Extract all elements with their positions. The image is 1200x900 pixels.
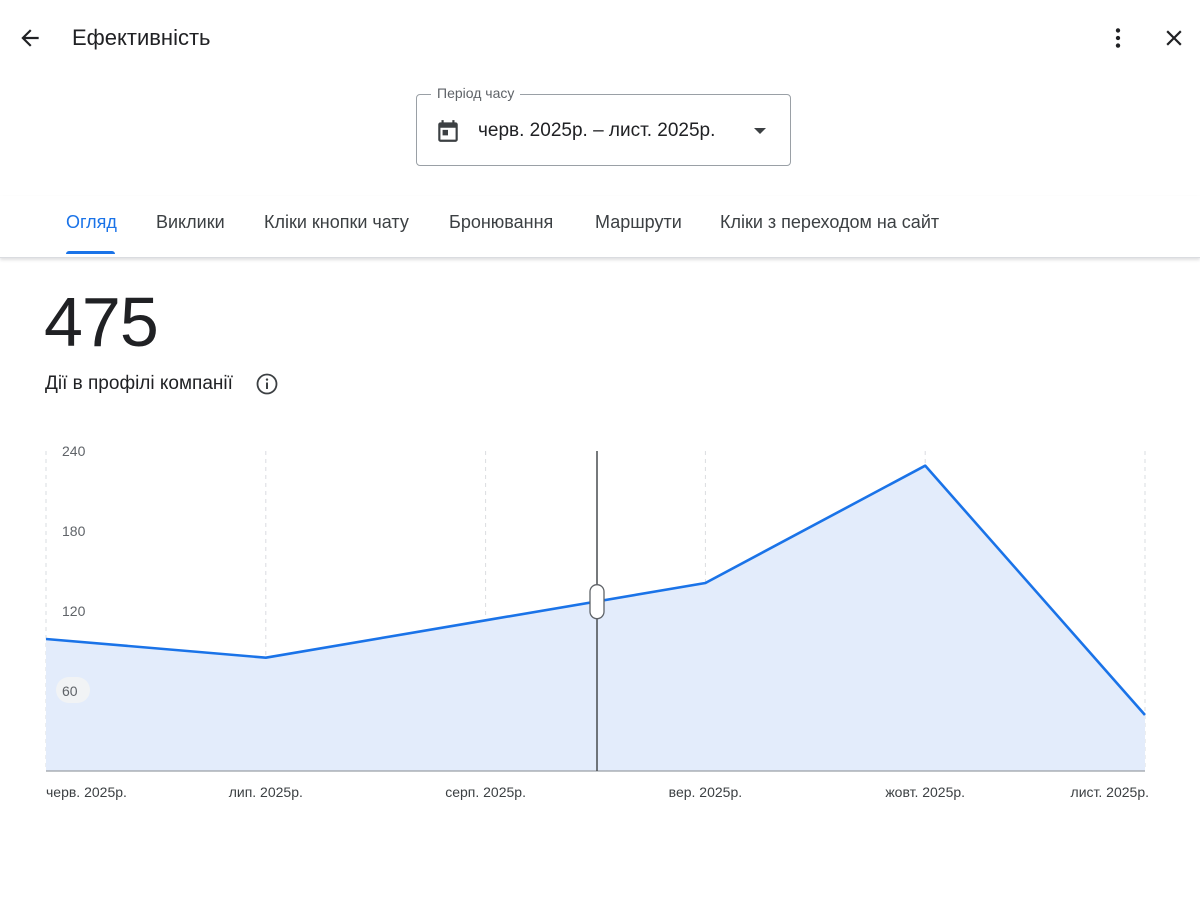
info-icon[interactable] — [255, 372, 279, 396]
tab-directions[interactable]: Маршрути — [595, 212, 682, 233]
hover-cursor-handle[interactable] — [589, 584, 605, 620]
x-tick-label: лист. 2025р. — [1071, 784, 1149, 800]
tab-chat-clicks[interactable]: Кліки кнопки чату — [264, 212, 409, 233]
close-button[interactable] — [1154, 18, 1194, 58]
y-tick-label: 120 — [62, 603, 86, 619]
x-tick-label: лип. 2025р. — [229, 784, 303, 800]
period-value: черв. 2025р. – лист. 2025р. — [478, 120, 716, 141]
x-tick-label: серп. 2025р. — [445, 784, 526, 800]
y-tick-label: 60 — [62, 683, 78, 699]
x-tick-label: жовт. 2025р. — [885, 784, 965, 800]
period-label: Період часу — [431, 85, 521, 101]
x-tick-label: черв. 2025р. — [46, 784, 127, 800]
close-icon — [1166, 30, 1182, 46]
active-tab-indicator — [66, 251, 115, 254]
arrow-back-icon — [21, 29, 39, 47]
y-tick-label: 240 — [62, 443, 86, 459]
period-selector[interactable]: Період часу черв. 2025р. – лист. 2025р. — [416, 85, 791, 166]
tab-overview[interactable]: Огляд — [66, 212, 117, 233]
tab-website-clicks[interactable]: Кліки з переходом на сайт — [720, 212, 939, 233]
x-tick-label: вер. 2025р. — [669, 784, 742, 800]
page-title: Ефективність — [72, 25, 211, 50]
dropdown-arrow-icon — [754, 128, 766, 134]
total-actions-value: 475 — [44, 283, 159, 361]
tab-bookings[interactable]: Бронювання — [449, 212, 553, 233]
more-vert-icon — [1115, 28, 1121, 48]
top-app-bar: Ефективність — [0, 0, 1200, 76]
y-tick-label: 180 — [62, 523, 86, 539]
tab-bar: Огляд Виклики Кліки кнопки чату Бронюван… — [0, 196, 1200, 258]
calendar-icon — [438, 120, 458, 142]
back-button[interactable] — [10, 18, 50, 58]
more-options-button[interactable] — [1098, 18, 1138, 58]
tab-calls[interactable]: Виклики — [156, 212, 225, 233]
total-actions-label: Дії в профілі компанії — [45, 373, 233, 394]
actions-chart: 240 180 120 60 черв. 2025р. лип. 2025р. серп. … — [45, 443, 1149, 800]
